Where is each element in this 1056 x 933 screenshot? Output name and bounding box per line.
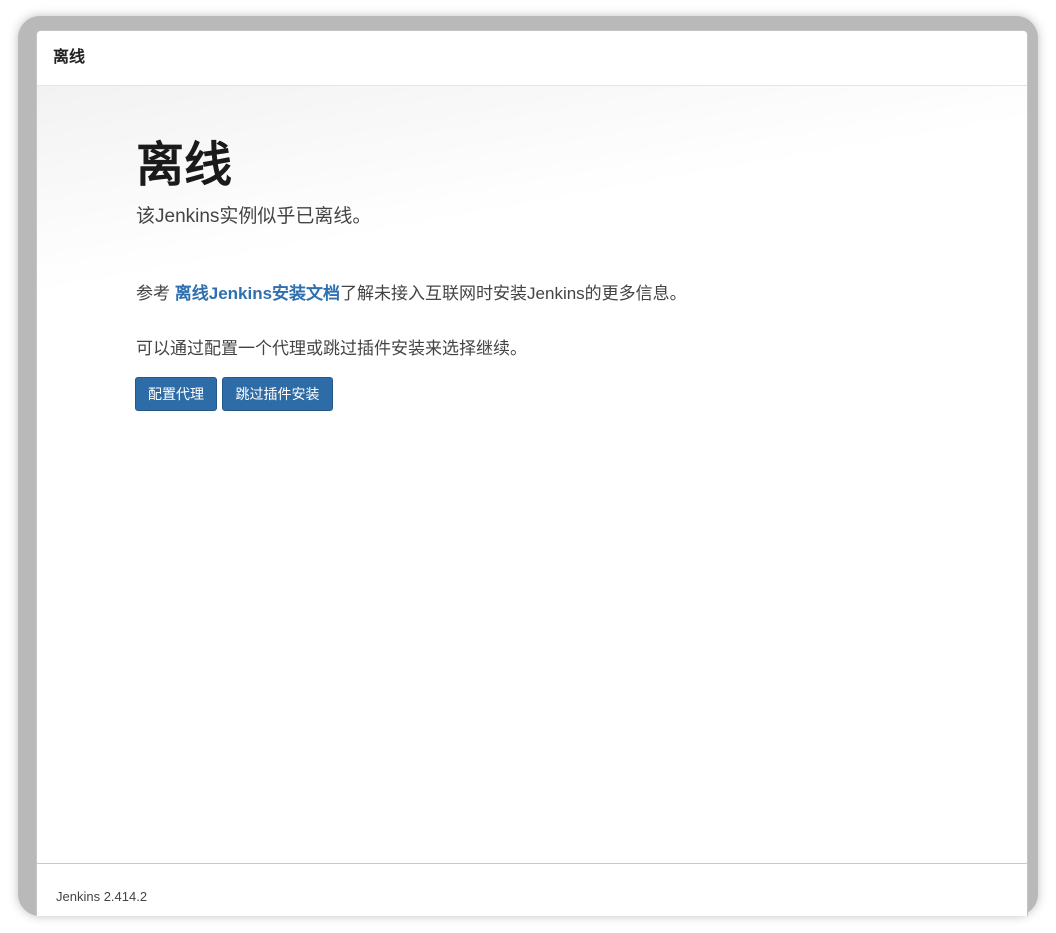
dialog-title: 离线 [53, 49, 86, 66]
dialog-body: 离线 该Jenkins实例似乎已离线。 参考 离线Jenkins安装文档了解未接… [37, 86, 1027, 863]
hero-title: 离线 [136, 139, 233, 192]
configure-proxy-button[interactable]: 配置代理 [135, 377, 217, 411]
offline-docs-link[interactable]: 离线Jenkins安装文档 [175, 284, 340, 303]
skip-plugins-button[interactable]: 跳过插件安装 [222, 377, 333, 411]
docs-paragraph: 参考 离线Jenkins安装文档了解未接入互联网时安装Jenkins的更多信息。 [136, 282, 687, 306]
docs-prefix: 参考 [136, 284, 175, 303]
docs-suffix: 了解未接入互联网时安装Jenkins的更多信息。 [340, 284, 687, 303]
dialog-footer: Jenkins 2.414.2 [37, 863, 1027, 916]
hero-subtitle: 该Jenkins实例似乎已离线。 [136, 206, 372, 227]
proxy-paragraph: 可以通过配置一个代理或跳过插件安装来选择继续。 [136, 339, 527, 358]
offline-dialog: 离线 离线 该Jenkins实例似乎已离线。 参考 离线Jenkins安装文档了… [36, 30, 1028, 916]
version-label: Jenkins 2.414.2 [56, 889, 148, 904]
dialog-header: 离线 [37, 31, 1027, 86]
